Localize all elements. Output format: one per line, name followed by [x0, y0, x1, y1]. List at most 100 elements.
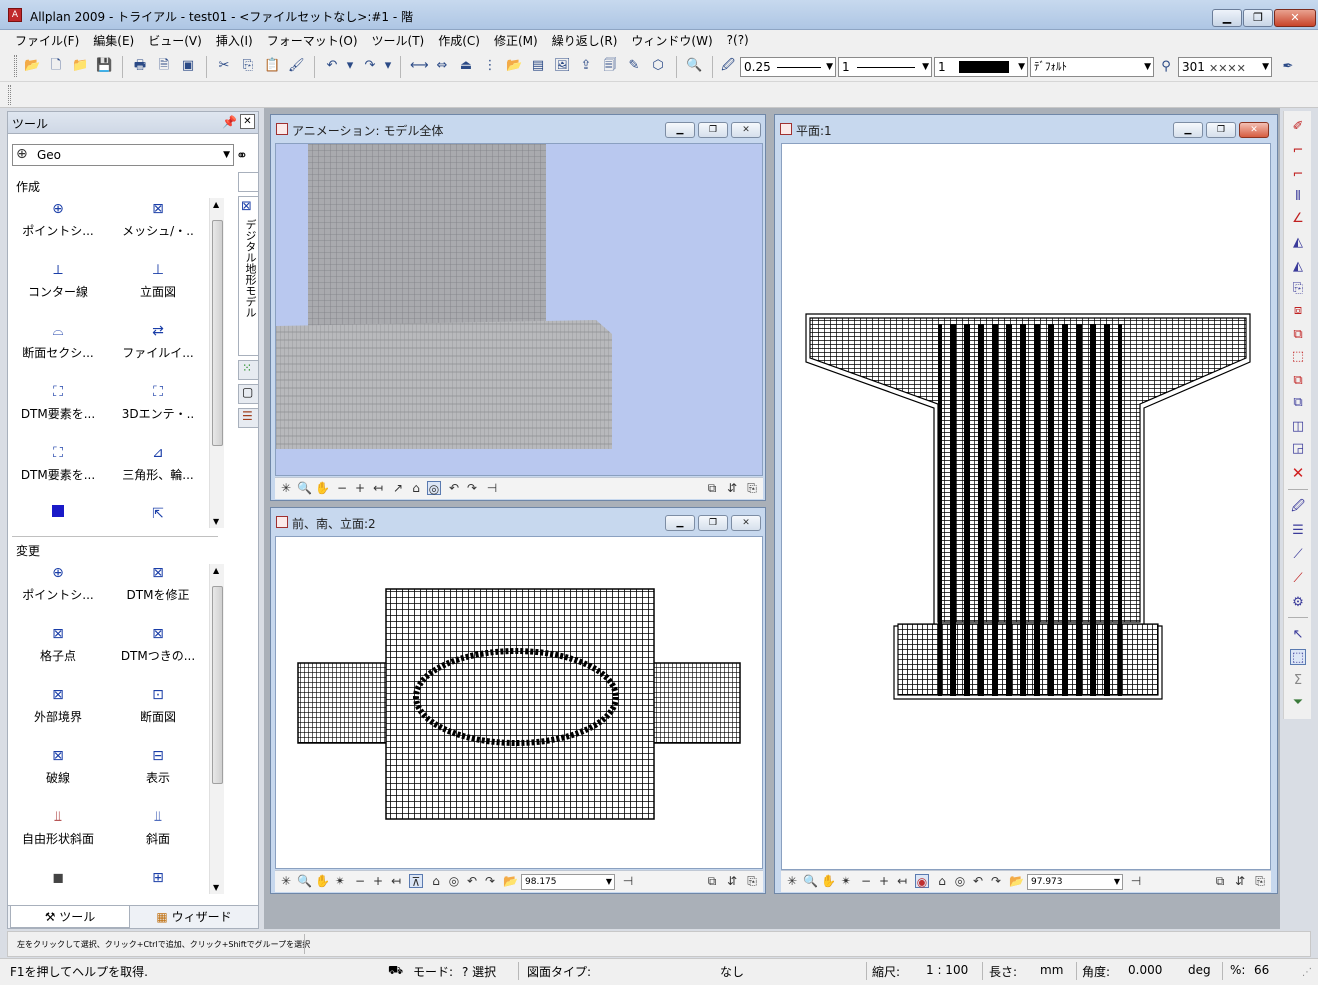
- tool-outer-boundary[interactable]: ⊠ 外部境界: [8, 680, 108, 736]
- format-painter-icon[interactable]: 🖌: [288, 58, 305, 74]
- redo-dropdown-icon[interactable]: ▾: [380, 58, 396, 74]
- sync-icon[interactable]: ⇵: [1233, 874, 1247, 888]
- tool-file-import[interactable]: ⇄ ファイルイ...: [108, 316, 208, 372]
- bring-icon[interactable]: ⇪: [578, 58, 594, 74]
- line-tool-icon[interactable]: ⌐: [1290, 143, 1306, 159]
- move-icon[interactable]: ⧈: [1290, 303, 1306, 319]
- open-fileset-icon[interactable]: 📂: [506, 58, 522, 74]
- close-button[interactable]: ✕: [1239, 122, 1269, 138]
- page-setup-icon[interactable]: ▣: [180, 58, 196, 74]
- tool-break-line[interactable]: ⊠ 破線: [8, 741, 108, 797]
- tab-points-icon[interactable]: ⁙: [238, 360, 259, 380]
- tool-section-view[interactable]: ⊡ 断面図: [108, 680, 208, 736]
- menu-repeat[interactable]: 繰り返し(R): [545, 32, 625, 49]
- color-select[interactable]: 1 ▼: [934, 57, 1028, 77]
- animation-window[interactable]: アニメーション: モデル全体 ▁ ❐ ✕ ✳ 🔍 ✋ − + ↤ ↗ ⌂ ◎ ↶…: [270, 114, 766, 501]
- sync-icon[interactable]: ⇵: [725, 481, 739, 495]
- copy-view-icon[interactable]: ⎘: [745, 481, 759, 495]
- pen-tool-icon[interactable]: ✐: [1290, 119, 1306, 135]
- window-layout-icon[interactable]: ⧉: [705, 874, 719, 888]
- distort-icon[interactable]: ⬚: [1290, 349, 1306, 365]
- pan-icon[interactable]: ✋: [315, 874, 330, 888]
- redo-icon[interactable]: ↷: [362, 58, 378, 74]
- tool-solid[interactable]: [8, 499, 108, 529]
- plan-view-window[interactable]: 平面:1 ▁ ❐ ✕ ✳ 🔍 ✋ ✴ − + ↤ ◉ ⌂ ◎ ↶ ↷ 📂 97.…: [774, 114, 1278, 894]
- tool-slope[interactable]: ⫫ 斜面: [108, 802, 208, 858]
- print-icon[interactable]: 🖶: [132, 58, 148, 74]
- edit-icon[interactable]: ✎: [626, 58, 642, 74]
- pin-icon[interactable]: 📌: [222, 115, 237, 129]
- new-file-icon[interactable]: 🗋: [48, 58, 64, 74]
- copy-icon[interactable]: ⎘: [240, 58, 256, 74]
- plan-view-icon[interactable]: ◉: [915, 874, 929, 889]
- length-unit[interactable]: mm: [1040, 963, 1063, 977]
- tool-dtm-element-1[interactable]: ⛶ DTM要素を...: [8, 377, 108, 433]
- scroll-down-icon[interactable]: ▼: [213, 883, 219, 892]
- camera-icon[interactable]: ⌂: [935, 874, 949, 888]
- menu-modify[interactable]: 修正(M): [487, 32, 545, 49]
- distance-icon[interactable]: ⇔: [434, 58, 450, 74]
- zoom-icon[interactable]: 🔍: [803, 874, 818, 888]
- parallel-icon[interactable]: ⫴: [1290, 189, 1306, 205]
- cut-icon[interactable]: ✂: [216, 58, 232, 74]
- animation-viewport[interactable]: [275, 143, 763, 476]
- undo-dropdown-icon[interactable]: ▾: [342, 58, 358, 74]
- open-icon[interactable]: 📁: [72, 58, 88, 74]
- copy-icon[interactable]: ⎘: [1290, 281, 1306, 297]
- resize-grip-icon[interactable]: ⋰: [1302, 967, 1312, 978]
- open-view-icon[interactable]: 📂: [503, 874, 518, 888]
- open-project-icon[interactable]: 📂: [24, 58, 40, 74]
- menu-window[interactable]: ウィンドウ(W): [624, 32, 719, 49]
- filter-icon[interactable]: ⏷: [1290, 695, 1306, 711]
- layout-icon[interactable]: ▤: [530, 58, 546, 74]
- tool-display[interactable]: ⊟ 表示: [108, 741, 208, 797]
- zoom-out-icon[interactable]: −: [859, 874, 873, 888]
- minimize-button[interactable]: ▁: [1212, 9, 1242, 27]
- link-icon[interactable]: ⚲: [1158, 59, 1174, 75]
- copy-view-icon[interactable]: ⎘: [745, 874, 759, 888]
- create-scrollbar[interactable]: ▲ ▼: [209, 198, 224, 528]
- rotate-icon[interactable]: ⧉: [1290, 327, 1306, 343]
- tab-dtm[interactable]: ⊠ デジタル地形モデル: [238, 196, 259, 356]
- menu-insert[interactable]: 挿入(I): [209, 32, 260, 49]
- menu-format[interactable]: フォーマット(O): [260, 32, 365, 49]
- drawing-type-value[interactable]: なし: [720, 963, 744, 980]
- mirror-icon[interactable]: ◭: [1290, 235, 1306, 251]
- scale-value[interactable]: 1 : 100: [926, 963, 968, 977]
- tool-point-set-modify[interactable]: ⊕ ポイントシ...: [8, 558, 108, 614]
- redo-view-icon[interactable]: ↷: [989, 874, 1003, 888]
- tool-grid-point[interactable]: ⊠ 格子点: [8, 619, 108, 675]
- restore-button[interactable]: ❐: [1206, 122, 1236, 138]
- sync-icon[interactable]: ⇵: [725, 874, 739, 888]
- undo-icon[interactable]: ↶: [324, 58, 340, 74]
- tool-dtm-element-2[interactable]: ⛶ DTM要素を...: [8, 438, 108, 494]
- level-icon[interactable]: ⏏: [458, 58, 474, 74]
- minimize-button[interactable]: ▁: [665, 122, 695, 138]
- scrollbar-thumb[interactable]: [212, 586, 223, 784]
- menu-create[interactable]: 作成(C): [431, 32, 487, 49]
- angle-value[interactable]: 0.000: [1128, 963, 1162, 977]
- refresh-icon[interactable]: ✳: [279, 481, 293, 495]
- toolbar-grip[interactable]: [14, 55, 17, 77]
- zoom-in-icon[interactable]: +: [353, 481, 367, 495]
- tool-dtm-with[interactable]: ⊠ DTMつきの...: [108, 619, 208, 675]
- pin-view-icon[interactable]: ⊣: [1129, 874, 1143, 888]
- zoom-icon[interactable]: 🔍: [297, 874, 312, 888]
- redo-view-icon[interactable]: ↷: [483, 874, 497, 888]
- layer-select[interactable]: ﾃﾞﾌｫﾙﾄ ▼: [1030, 57, 1154, 77]
- maximize-button[interactable]: ❐: [1243, 9, 1273, 27]
- tab-tools[interactable]: ⚒ ツール: [10, 906, 130, 928]
- sheet-icon[interactable]: 🗐: [602, 58, 618, 74]
- tool-label[interactable]: ⊞: [108, 863, 208, 893]
- window-layout-icon[interactable]: ⧉: [1213, 874, 1227, 888]
- scroll-down-icon[interactable]: ▼: [213, 517, 219, 526]
- sum-icon[interactable]: Σ: [1290, 673, 1306, 689]
- close-button[interactable]: ✕: [1274, 9, 1316, 27]
- open-view-icon[interactable]: 📂: [1009, 874, 1024, 888]
- pin-view-icon[interactable]: ⊣: [621, 874, 635, 888]
- previous-view-icon[interactable]: ↤: [371, 481, 385, 495]
- zoom-icon[interactable]: 🔍: [297, 481, 312, 495]
- restore-button[interactable]: ❐: [698, 515, 728, 531]
- menu-tools[interactable]: ツール(T): [365, 32, 432, 49]
- eye-icon[interactable]: ◎: [427, 481, 441, 496]
